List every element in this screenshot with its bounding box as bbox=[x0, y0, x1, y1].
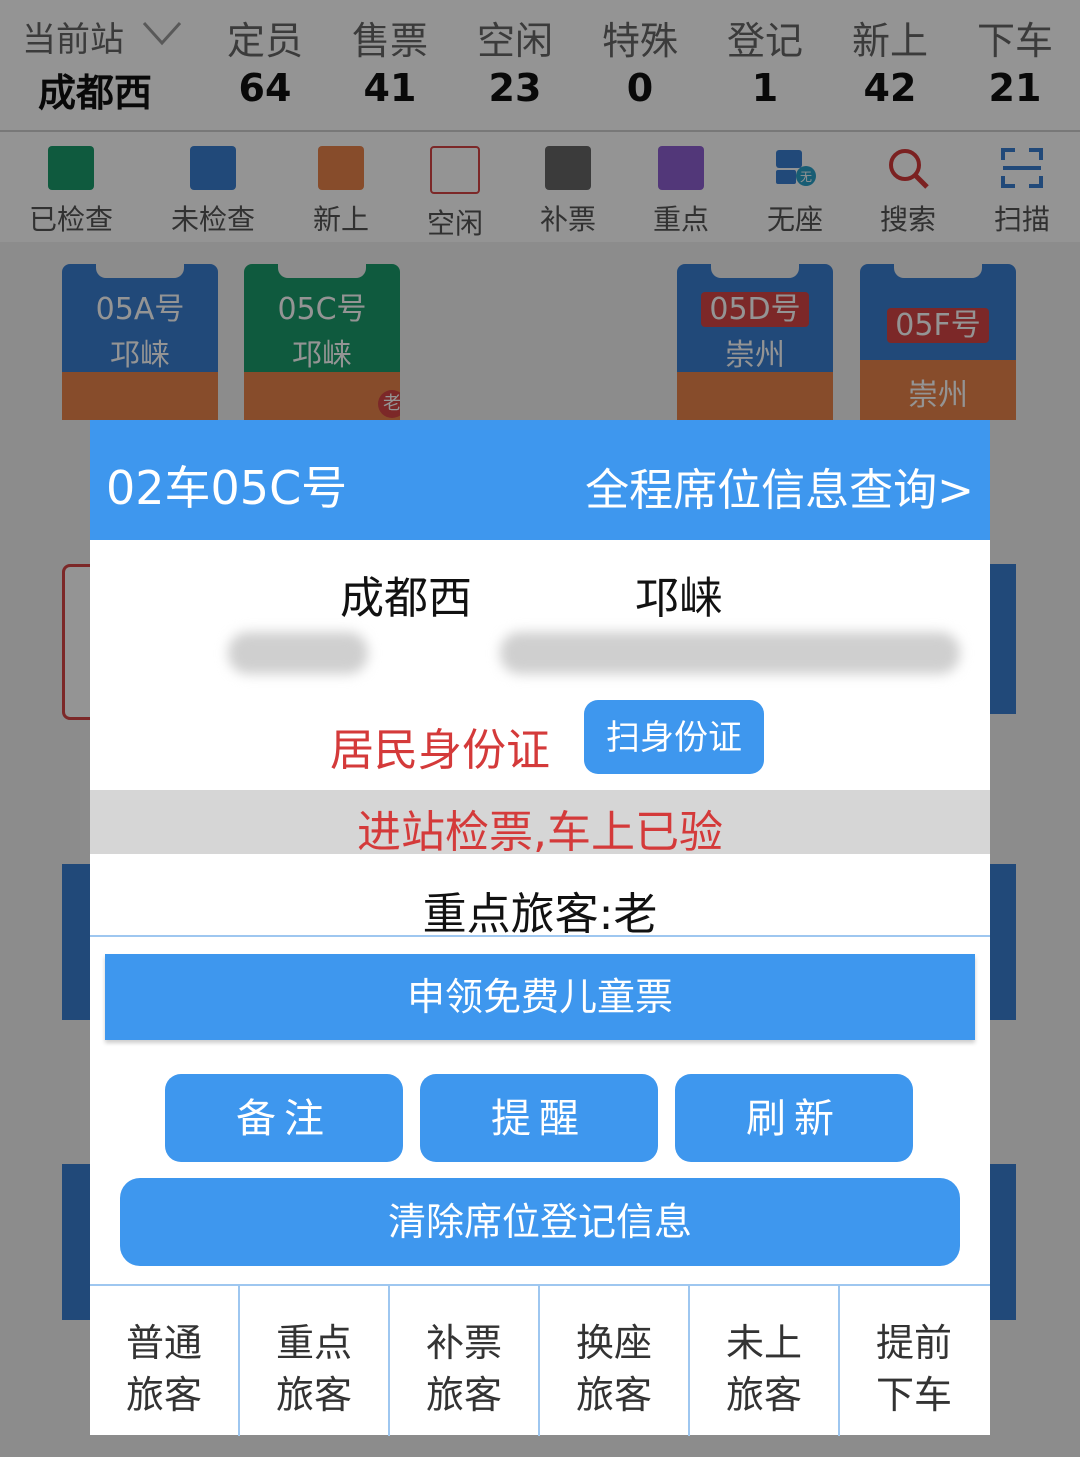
category-label: 旅客 bbox=[125, 1373, 202, 1417]
category-label: 未上 bbox=[725, 1321, 802, 1365]
category-label: 下车 bbox=[875, 1373, 952, 1417]
dialog-title: 02车05C号 bbox=[106, 461, 348, 515]
clear-seat-registration-button[interactable]: 清除席位登记信息 bbox=[120, 1178, 960, 1266]
id-type: 居民身份证 bbox=[330, 725, 550, 776]
remind-button[interactable]: 提醒 bbox=[420, 1074, 658, 1162]
category-label: 普通 bbox=[125, 1321, 202, 1365]
ticket-status-bar: 进站检票,车上已验 bbox=[90, 790, 990, 858]
id-number-redacted bbox=[500, 632, 960, 674]
category-early-alight[interactable]: 提前 下车 bbox=[840, 1286, 988, 1436]
ticket-status: 进站检票,车上已验 bbox=[357, 807, 723, 858]
category-label: 提前 bbox=[875, 1321, 952, 1365]
scan-id-button[interactable]: 扫身份证 bbox=[584, 700, 764, 774]
divider bbox=[90, 935, 990, 937]
category-seat-change[interactable]: 换座 旅客 bbox=[540, 1286, 690, 1436]
category-label: 旅客 bbox=[275, 1373, 352, 1417]
category-label: 旅客 bbox=[575, 1373, 652, 1417]
free-child-ticket-button[interactable]: 申领免费儿童票 bbox=[105, 954, 975, 1040]
refresh-button[interactable]: 刷新 bbox=[675, 1074, 913, 1162]
category-key[interactable]: 重点 旅客 bbox=[240, 1286, 390, 1436]
category-not-boarded[interactable]: 未上 旅客 bbox=[690, 1286, 840, 1436]
note-button[interactable]: 备注 bbox=[165, 1074, 403, 1162]
passenger-category-bar: 普通 旅客 重点 旅客 补票 旅客 换座 旅客 未上 旅客 提前 下车 bbox=[90, 1284, 990, 1436]
seat-detail-dialog: 02车05C号 全程席位信息查询> 成都西 邛崃 居民身份证 扫身份证 进站检票… bbox=[90, 420, 990, 1436]
category-label: 旅客 bbox=[425, 1373, 502, 1417]
route-from: 成都西 bbox=[340, 573, 472, 624]
passenger-name-redacted bbox=[228, 632, 368, 674]
category-regular[interactable]: 普通 旅客 bbox=[90, 1286, 240, 1436]
dialog-header: 02车05C号 全程席位信息查询> bbox=[90, 420, 990, 540]
category-label: 换座 bbox=[575, 1321, 652, 1365]
category-label: 旅客 bbox=[725, 1373, 802, 1417]
category-label: 重点 bbox=[275, 1321, 352, 1365]
full-journey-link[interactable]: 全程席位信息查询> bbox=[585, 454, 974, 518]
category-label: 补票 bbox=[425, 1321, 502, 1365]
route-to: 邛崃 bbox=[635, 573, 723, 624]
category-supplement[interactable]: 补票 旅客 bbox=[390, 1286, 540, 1436]
key-passenger-label: 重点旅客:老 bbox=[422, 889, 658, 940]
